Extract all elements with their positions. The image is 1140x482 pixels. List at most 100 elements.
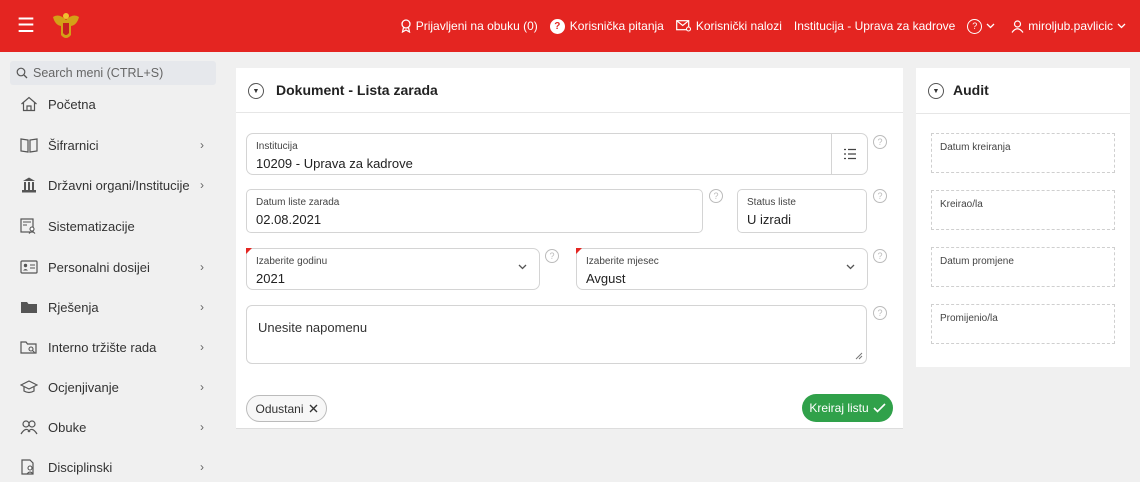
chevron-right-icon: › — [200, 460, 204, 474]
id-card-icon — [20, 260, 38, 274]
search-icon — [16, 67, 28, 79]
resize-handle-icon[interactable] — [855, 352, 863, 360]
list-icon — [843, 148, 856, 160]
panel-header: ▼ Dokument - Lista zarada — [236, 68, 903, 113]
sidebar-item-ocjenjivanje[interactable]: Ocjenjivanje › — [0, 367, 220, 407]
sidebar-item-label: Rješenja — [48, 300, 99, 315]
book-icon — [20, 138, 38, 153]
chevron-down-icon — [1117, 23, 1126, 29]
award-icon — [401, 19, 411, 33]
org-chart-icon — [20, 218, 36, 234]
panel-title: Dokument - Lista zarada — [276, 82, 438, 98]
note-textarea[interactable]: Unesite napomenu — [246, 305, 867, 364]
month-select[interactable]: Izaberite mjesec Avgust — [576, 248, 868, 290]
note-placeholder: Unesite napomenu — [258, 320, 368, 335]
user-icon — [1011, 19, 1024, 33]
sidebar-item-label: Sistematizacije — [48, 219, 135, 234]
nav-questions-label: Korisnička pitanja — [569, 19, 664, 33]
list-status-field: Status liste U izradi — [737, 189, 867, 233]
collapse-toggle-icon[interactable]: ▼ — [928, 83, 944, 99]
coat-of-arms-logo[interactable] — [49, 11, 83, 42]
nav-user-questions[interactable]: ? Korisnička pitanja — [549, 18, 664, 34]
sidebar-item-rjesenja[interactable]: Rješenja › — [0, 287, 220, 327]
select-list-button[interactable] — [831, 134, 867, 174]
sidebar-item-obuke[interactable]: Obuke › — [0, 407, 220, 447]
help-icon[interactable]: ? — [873, 306, 887, 320]
help-icon[interactable]: ? — [709, 189, 723, 203]
sidebar-item-personalni-dosijei[interactable]: Personalni dosijei › — [0, 247, 220, 287]
year-label: Izaberite godinu — [256, 256, 328, 267]
nav-help[interactable]: ? — [967, 18, 999, 34]
sidebar-item-disciplinski[interactable]: Disciplinski › — [0, 447, 220, 482]
document-user-icon — [21, 459, 34, 475]
audit-created-date: Datum kreiranja — [931, 133, 1115, 173]
institution-label: Institucija — [256, 141, 298, 152]
required-marker — [576, 248, 582, 254]
date-value: 02.08.2021 — [256, 212, 322, 227]
search-placeholder: Search meni (CTRL+S) — [33, 66, 164, 80]
cancel-button[interactable]: Odustani — [246, 395, 327, 422]
help-icon[interactable]: ? — [873, 189, 887, 203]
chevron-right-icon: › — [200, 300, 204, 314]
institution-value: 10209 - Uprava za kadrove — [256, 156, 413, 171]
nav-training-applications[interactable]: Prijavljeni na obuku (0) — [400, 19, 538, 33]
year-select[interactable]: Izaberite godinu 2021 — [246, 248, 540, 290]
audit-created-by: Kreirao/la — [931, 190, 1115, 230]
sidebar-item-pocetna[interactable]: Početna — [0, 84, 220, 124]
collapse-toggle-icon[interactable]: ▼ — [248, 83, 264, 99]
sidebar: Search meni (CTRL+S) Početna Šifrarnici … — [0, 52, 220, 482]
audit-panel: ▼ Audit Datum kreiranja Kreirao/la Datum… — [916, 68, 1130, 367]
graduation-icon — [20, 380, 38, 394]
help-icon[interactable]: ? — [873, 135, 887, 149]
nav-accounts-label: Korisnički nalozi — [695, 19, 782, 33]
username-label: miroljub.pavlicic — [1028, 19, 1113, 33]
document-panel: ▼ Dokument - Lista zarada Institucija 10… — [236, 68, 903, 429]
sidebar-item-label: Početna — [48, 97, 96, 112]
sidebar-item-label: Personalni dosijei — [48, 260, 150, 275]
chevron-right-icon: › — [200, 380, 204, 394]
top-navigation: Prijavljeni na obuku (0) ? Korisnička pi… — [388, 0, 1130, 52]
month-value: Avgust — [586, 271, 626, 286]
hamburger-menu-icon[interactable]: ☰ — [13, 13, 39, 39]
nav-user-accounts[interactable]: Korisnički nalozi — [675, 19, 782, 33]
sidebar-item-label: Obuke — [48, 420, 87, 435]
search-folder-icon — [20, 341, 37, 354]
help-icon[interactable]: ? — [545, 249, 559, 263]
sidebar-item-label: Interno tržište rada — [48, 340, 157, 355]
audit-label: Promijenio/la — [940, 313, 998, 324]
institution-field[interactable]: Institucija 10209 - Uprava za kadrove — [246, 133, 868, 175]
chevron-right-icon: › — [200, 260, 204, 274]
create-list-button[interactable]: Kreiraj listu — [802, 394, 893, 422]
sidebar-item-label: Šifrarnici — [48, 138, 99, 153]
nav-training-label: Prijavljeni na obuku (0) — [415, 19, 538, 33]
help-icon: ? — [967, 18, 983, 34]
status-label: Status liste — [747, 197, 796, 208]
chevron-right-icon: › — [200, 340, 204, 354]
create-label: Kreiraj listu — [809, 401, 869, 415]
sidebar-item-label: Ocjenjivanje — [48, 380, 119, 395]
audit-label: Kreirao/la — [940, 199, 983, 210]
audit-label: Datum kreiranja — [940, 142, 1011, 153]
sidebar-item-label: Državni organi/Institucije — [48, 178, 190, 193]
sidebar-search[interactable]: Search meni (CTRL+S) — [10, 61, 216, 85]
help-icon[interactable]: ? — [873, 249, 887, 263]
sidebar-item-drzavni-organi[interactable]: Državni organi/Institucije › — [0, 165, 220, 205]
nav-institution[interactable]: Institucija - Uprava za kadrove — [794, 19, 955, 33]
chevron-right-icon: › — [200, 178, 204, 192]
sidebar-item-sifrarnici[interactable]: Šifrarnici › — [0, 125, 220, 165]
question-circle-icon: ? — [549, 18, 565, 34]
home-icon — [21, 96, 37, 112]
close-icon — [309, 404, 318, 413]
nav-user-menu[interactable]: miroljub.pavlicic — [1011, 19, 1130, 33]
check-icon — [873, 403, 886, 413]
date-label: Datum liste zarada — [256, 197, 340, 208]
chevron-down-icon — [986, 23, 995, 29]
sidebar-item-sistematizacije[interactable]: Sistematizacije — [0, 206, 220, 246]
top-bar: ☰ Prijavljeni na obuku (0) ? Korisnička … — [0, 0, 1140, 52]
year-value: 2021 — [256, 271, 285, 286]
status-value: U izradi — [747, 212, 792, 227]
audit-title: Audit — [953, 82, 989, 98]
sidebar-item-interno-trziste[interactable]: Interno tržište rada › — [0, 327, 220, 367]
chevron-down-icon — [846, 264, 855, 270]
salary-list-date-field[interactable]: Datum liste zarada 02.08.2021 — [246, 189, 703, 233]
